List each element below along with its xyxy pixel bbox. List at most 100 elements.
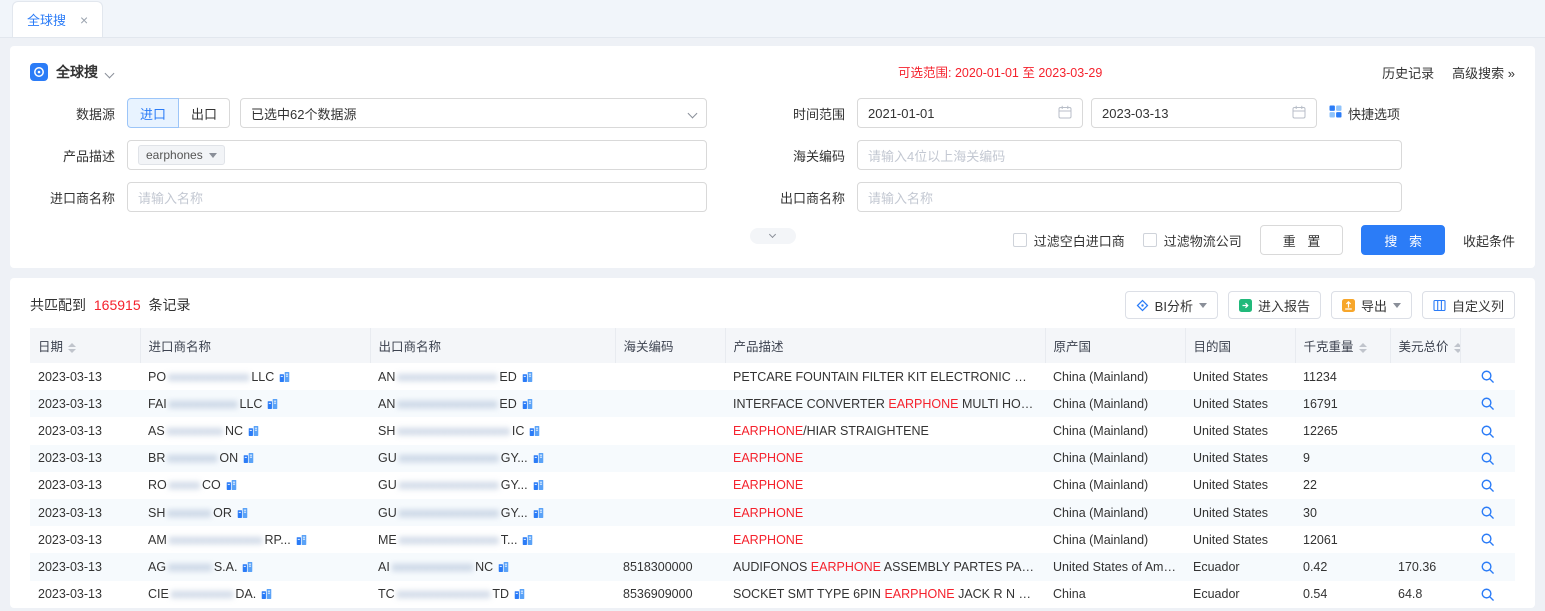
destination-country-cell: Ecuador (1185, 581, 1295, 608)
product-description-input[interactable]: earphones (127, 140, 707, 170)
column-header-price[interactable]: 美元总价 (1390, 328, 1460, 363)
name-redacted: xxxxxxxxx (167, 424, 223, 438)
exporter-name: AIxxxxxxxxxxxxxNC (378, 560, 509, 574)
column-header-importer: 进口商名称 (140, 328, 370, 363)
company-profile-icon[interactable] (261, 588, 272, 600)
reset-button[interactable]: 重 置 (1260, 225, 1344, 255)
company-profile-icon[interactable] (514, 588, 525, 600)
table-row[interactable]: 2023-03-13AMxxxxxxxxxxxxxxxRP...MExxxxxx… (30, 526, 1515, 553)
filter-logistics-checkbox[interactable]: 过滤物流公司 (1143, 231, 1242, 250)
table-row[interactable]: 2023-03-13AGxxxxxxxS.A.AIxxxxxxxxxxxxxNC… (30, 553, 1515, 580)
name-redacted: xxxxxxxxxxxxxxxx (399, 478, 499, 492)
view-detail-icon[interactable] (1480, 369, 1495, 384)
company-profile-icon[interactable] (533, 507, 544, 519)
table-row[interactable]: 2023-03-13BRxxxxxxxxONGUxxxxxxxxxxxxxxxx… (30, 445, 1515, 472)
name-redacted: xxxxxxxxxxxxxxxx (399, 506, 499, 520)
company-profile-icon[interactable] (242, 561, 253, 573)
advanced-search-link[interactable]: 高级搜索 » (1452, 63, 1515, 82)
name-visible-prefix: AM (148, 533, 167, 547)
company-profile-icon[interactable] (522, 398, 533, 410)
hs-code-placeholder: 请输入4位以上海关编码 (868, 146, 1005, 165)
global-search-logo-icon (30, 63, 48, 81)
name-redacted: xxxxxxxxxxxxxxxx (397, 370, 497, 384)
view-detail-icon[interactable] (1480, 587, 1495, 602)
form-row-importer-exporter: 进口商名称 请输入名称 出口商名称 请输入名称 (30, 182, 1515, 212)
import-toggle-button[interactable]: 进口 (127, 98, 179, 128)
data-source-select[interactable]: 已选中62个数据源 (240, 98, 707, 128)
usd-total-cell (1390, 472, 1460, 499)
company-profile-icon[interactable] (237, 507, 248, 519)
view-detail-icon[interactable] (1480, 451, 1495, 466)
exporter-name-label: 出口商名称 (707, 188, 857, 207)
column-header-date[interactable]: 日期 (30, 328, 140, 363)
table-row[interactable]: 2023-03-13FAIxxxxxxxxxxxLLCANxxxxxxxxxxx… (30, 390, 1515, 417)
company-profile-icon[interactable] (533, 479, 544, 491)
export-toggle-button[interactable]: 出口 (179, 98, 230, 128)
name-visible-suffix: GY... (501, 506, 528, 520)
hs-code-cell (615, 445, 725, 472)
company-profile-icon[interactable] (522, 534, 533, 546)
enter-report-button[interactable]: 进入报告 (1228, 291, 1321, 319)
importer-name-input[interactable]: 请输入名称 (127, 182, 707, 212)
bi-analysis-button[interactable]: BI分析 (1125, 291, 1218, 319)
table-row[interactable]: 2023-03-13CIExxxxxxxxxxDA.TCxxxxxxxxxxxx… (30, 581, 1515, 608)
summary-prefix: 共匹配到 (30, 297, 86, 313)
collapse-conditions-link[interactable]: 收起条件 (1463, 231, 1515, 250)
date-to-input[interactable]: 2023-03-13 (1091, 98, 1317, 128)
quick-options-button[interactable]: 快捷选项 (1329, 104, 1400, 123)
company-profile-icon[interactable] (243, 452, 254, 464)
sort-icon[interactable] (68, 343, 76, 353)
export-button[interactable]: 导出 (1331, 291, 1412, 319)
company-profile-icon[interactable] (267, 398, 278, 410)
view-detail-icon[interactable] (1480, 505, 1495, 520)
exporter-name-input[interactable]: 请输入名称 (857, 182, 1402, 212)
company-profile-icon[interactable] (529, 425, 540, 437)
company-profile-icon[interactable] (296, 534, 307, 546)
name-redacted: xxxxxxxxxxxxxxxxxx (397, 424, 510, 438)
column-header-description: 产品描述 (725, 328, 1045, 363)
chevron-down-icon[interactable] (105, 68, 115, 78)
company-profile-icon[interactable] (498, 561, 509, 573)
custom-columns-button[interactable]: 自定义列 (1422, 291, 1515, 319)
view-detail-icon[interactable] (1480, 424, 1495, 439)
tab-close-icon[interactable]: × (80, 13, 88, 27)
product-tag[interactable]: earphones (138, 145, 225, 165)
results-table-body: 2023-03-13POxxxxxxxxxxxxxLLCANxxxxxxxxxx… (30, 363, 1515, 608)
company-profile-icon[interactable] (279, 371, 290, 383)
hs-code-label: 海关编码 (707, 146, 857, 165)
checkbox-icon[interactable] (1013, 233, 1027, 247)
app-window: 全球搜 × 全球搜 历史记录 高级搜索 » 可选范围: 2020-01-01 至… (0, 0, 1545, 611)
history-link[interactable]: 历史记录 (1382, 63, 1434, 82)
company-profile-icon[interactable] (248, 425, 259, 437)
quick-options-icon (1329, 105, 1342, 121)
view-detail-icon[interactable] (1480, 532, 1495, 547)
bi-analysis-label: BI分析 (1155, 296, 1193, 315)
company-profile-icon[interactable] (522, 371, 533, 383)
expand-more-filters-button[interactable] (750, 228, 796, 244)
exporter-name: GUxxxxxxxxxxxxxxxxGY... (378, 506, 544, 520)
bi-analysis-icon (1136, 299, 1149, 312)
tab-bar: 全球搜 × (0, 0, 1545, 38)
sort-icon[interactable] (1359, 343, 1367, 353)
view-detail-icon[interactable] (1480, 560, 1495, 575)
table-row[interactable]: 2023-03-13POxxxxxxxxxxxxxLLCANxxxxxxxxxx… (30, 363, 1515, 390)
keyword-highlight: EARPHONE (733, 533, 803, 547)
sort-icon[interactable] (1454, 343, 1460, 353)
weight-kg-cell: 30 (1295, 499, 1390, 526)
hs-code-input[interactable]: 请输入4位以上海关编码 (857, 140, 1402, 170)
checkbox-icon[interactable] (1143, 233, 1157, 247)
exporter-cell: ANxxxxxxxxxxxxxxxxED (370, 363, 615, 390)
company-profile-icon[interactable] (533, 452, 544, 464)
table-row[interactable]: 2023-03-13SHxxxxxxxORGUxxxxxxxxxxxxxxxxG… (30, 499, 1515, 526)
date-from-input[interactable]: 2021-01-01 (857, 98, 1083, 128)
company-profile-icon[interactable] (226, 479, 237, 491)
view-detail-icon[interactable] (1480, 396, 1495, 411)
table-row[interactable]: 2023-03-13ASxxxxxxxxxNCSHxxxxxxxxxxxxxxx… (30, 417, 1515, 444)
search-button[interactable]: 搜 索 (1361, 225, 1445, 255)
table-row[interactable]: 2023-03-13ROxxxxxCOGUxxxxxxxxxxxxxxxxGY.… (30, 472, 1515, 499)
column-header-weight[interactable]: 千克重量 (1295, 328, 1390, 363)
view-detail-icon[interactable] (1480, 478, 1495, 493)
filter-blank-importer-checkbox[interactable]: 过滤空白进口商 (1013, 231, 1125, 250)
exporter-name: GUxxxxxxxxxxxxxxxxGY... (378, 478, 544, 492)
tab-global-search[interactable]: 全球搜 × (12, 1, 103, 37)
